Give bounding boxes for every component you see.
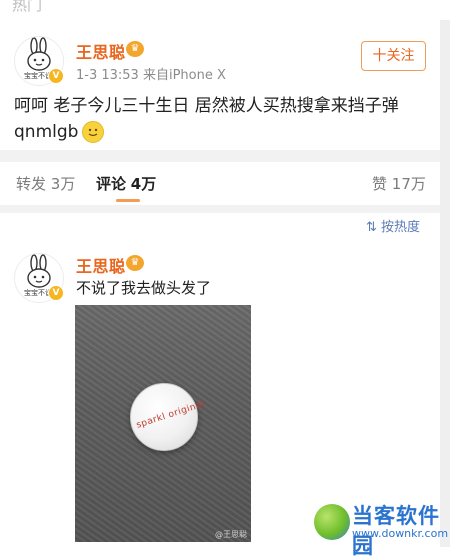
ice-cup-disc: sparkl original — [130, 383, 206, 451]
photo-watermark: @王思聪 — [215, 530, 247, 539]
scroll-edge — [440, 0, 450, 547]
author-name[interactable]: 王思聪 — [76, 39, 126, 63]
tab-like-count: 17万 — [391, 175, 426, 193]
post-text-line1: 呵呵 老子今儿三十生日 居然被人买热搜拿来挡子弹 — [14, 96, 399, 116]
tab-repost[interactable]: 转发 3万 — [16, 173, 75, 194]
vip-crown-icon: ♛ — [126, 41, 144, 57]
site-url-text: www.downkr.com — [352, 527, 449, 540]
comment-photo[interactable]: sparkl original @王思聪 — [75, 305, 251, 542]
disc-text: sparkl original — [135, 399, 207, 431]
site-logo-icon — [314, 504, 350, 540]
tab-comment[interactable]: 评论 4万 — [96, 173, 156, 194]
post-text-line2: qnmlgb — [14, 122, 79, 142]
top-cut-bar: 热门 — [0, 0, 450, 20]
top-cut-text: 热门 — [12, 0, 43, 14]
tab-like-label: 赞 — [372, 175, 388, 193]
sort-icon: ⇅ — [366, 220, 377, 235]
verified-badge-icon: V — [48, 68, 64, 84]
follow-button[interactable]: 十关注 — [361, 41, 426, 71]
tab-divider — [0, 205, 440, 213]
verified-badge-icon: V — [48, 285, 64, 301]
vip-crown-icon: ♛ — [126, 255, 144, 271]
tab-repost-label: 转发 — [16, 175, 47, 193]
smile-emoji-icon — [82, 121, 104, 143]
post-meta: 1-3 13:53 来自iPhone X — [76, 68, 226, 83]
sort-by-heat-button[interactable]: ⇅ 按热度 — [366, 216, 420, 235]
tab-comment-count: 4万 — [130, 175, 157, 193]
tab-comment-label: 评论 — [96, 175, 127, 193]
tab-like[interactable]: 赞 17万 — [372, 173, 426, 194]
section-divider — [0, 150, 440, 162]
tab-repost-count: 3万 — [50, 175, 76, 193]
comment-author-name[interactable]: 王思聪 — [76, 253, 126, 277]
active-tab-indicator — [116, 199, 140, 202]
sort-label: 按热度 — [381, 220, 421, 235]
comment-text: 不说了我去做头发了 — [76, 279, 212, 297]
